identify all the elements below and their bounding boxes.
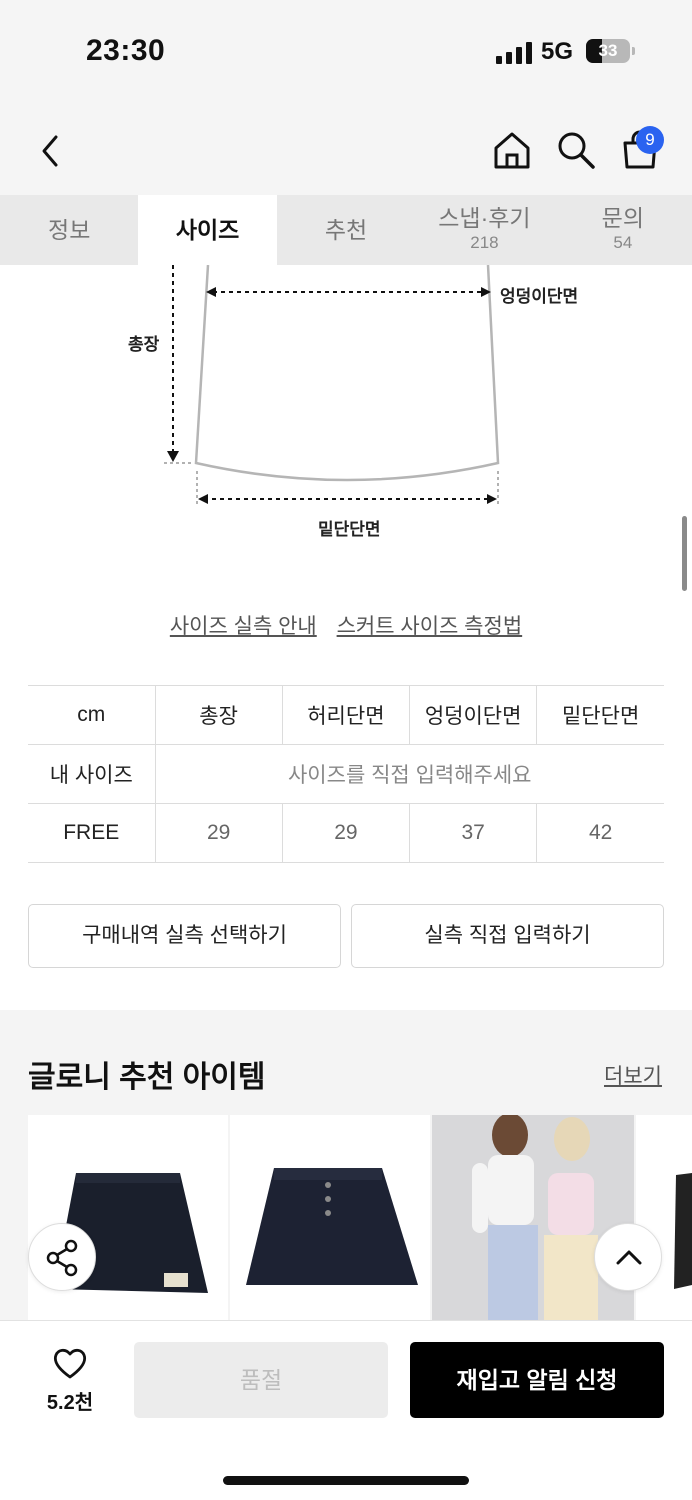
tab-info[interactable]: 정보 — [0, 195, 138, 265]
table-header-cell: cm — [28, 685, 155, 745]
home-icon[interactable] — [492, 130, 532, 170]
hem-width-label: 밑단단면 — [318, 520, 381, 539]
restock-alert-button[interactable]: 재입고 알림 신청 — [410, 1342, 664, 1418]
tab-recommend[interactable]: 추천 — [277, 195, 415, 265]
table-header-cell: 엉덩이단면 — [408, 685, 537, 745]
cart-badge: 9 — [636, 126, 664, 154]
home-indicator — [223, 1476, 469, 1485]
size-actual-guide-link[interactable]: 사이즈 실측 안내 — [170, 615, 317, 638]
tab-size[interactable]: 사이즈 — [138, 195, 277, 265]
status-time: 23:30 — [86, 34, 166, 67]
total-length-label: 총장 — [128, 335, 160, 354]
my-size-label: 내 사이즈 — [28, 744, 155, 804]
tab-snap-review[interactable]: 스냅·후기 218 — [415, 195, 553, 265]
table-cell: 37 — [408, 803, 537, 863]
hip-width-label: 엉덩이단면 — [500, 287, 579, 306]
my-size-row[interactable]: 내 사이즈 사이즈를 직접 입력해주세요 — [28, 744, 664, 804]
tab-label: 정보 — [48, 217, 91, 243]
table-cell: 29 — [281, 803, 410, 863]
size-diagram: 엉덩이단면 총장 밑단단면 — [0, 265, 692, 565]
tab-label: 추천 — [324, 217, 368, 243]
nav-bar — [0, 100, 692, 195]
size-table: cm 총장 허리단면 엉덩이단면 밑단단면 내 사이즈 사이즈를 직접 입력해주… — [28, 685, 664, 863]
battery-level: 33 — [598, 41, 618, 60]
table-cell: 29 — [154, 803, 283, 863]
table-header-row: cm 총장 허리단면 엉덩이단면 밑단단면 — [28, 685, 664, 745]
direct-input-button[interactable]: 실측 직접 입력하기 — [351, 904, 664, 968]
tab-bar: 정보 사이즈 추천 스냅·후기 218 문의 54 — [0, 195, 692, 265]
scroll-top-button[interactable] — [594, 1223, 662, 1291]
table-header-cell: 총장 — [154, 685, 283, 745]
share-button[interactable] — [28, 1223, 96, 1291]
table-cell: 42 — [536, 803, 664, 863]
network-label: 5G — [541, 38, 574, 65]
status-bar: 23:30 5G 33 — [0, 0, 692, 100]
recommend-title: 글로니 추천 아이템 — [28, 1061, 266, 1094]
search-icon[interactable] — [556, 130, 596, 170]
scrollbar[interactable] — [682, 516, 687, 591]
share-icon — [46, 1239, 78, 1277]
recommend-item[interactable] — [230, 1115, 430, 1320]
tab-label: 스냅·후기 — [438, 205, 531, 231]
heart-icon[interactable] — [52, 1346, 88, 1380]
back-icon[interactable] — [38, 134, 64, 168]
chevron-up-icon — [616, 1250, 642, 1265]
skirt-image — [246, 1168, 418, 1285]
skirt-measure-method-link[interactable]: 스커트 사이즈 측정법 — [337, 615, 523, 638]
table-header-cell: 허리단면 — [281, 685, 410, 745]
size-links: 사이즈 실측 안내 스커트 사이즈 측정법 — [0, 610, 692, 640]
like-count: 5.2천 — [46, 1392, 94, 1414]
more-link[interactable]: 더보기 — [604, 1060, 662, 1090]
table-row: FREE 29 29 37 42 — [28, 803, 664, 863]
battery-icon: 33 — [586, 39, 630, 63]
tab-label: 문의 — [601, 205, 644, 231]
tab-inquiry[interactable]: 문의 54 — [554, 195, 692, 265]
soldout-button: 품절 — [134, 1342, 388, 1418]
table-header-cell: 밑단단면 — [536, 685, 664, 745]
select-purchase-history-button[interactable]: 구매내역 실측 선택하기 — [28, 904, 341, 968]
tab-count: 218 — [470, 233, 499, 252]
tab-label: 사이즈 — [175, 217, 240, 243]
my-size-input-hint[interactable]: 사이즈를 직접 입력해주세요 — [154, 744, 664, 804]
battery-tip — [632, 47, 635, 55]
size-name: FREE — [28, 803, 155, 863]
signal-icon — [496, 42, 532, 64]
tab-count: 54 — [613, 233, 633, 252]
